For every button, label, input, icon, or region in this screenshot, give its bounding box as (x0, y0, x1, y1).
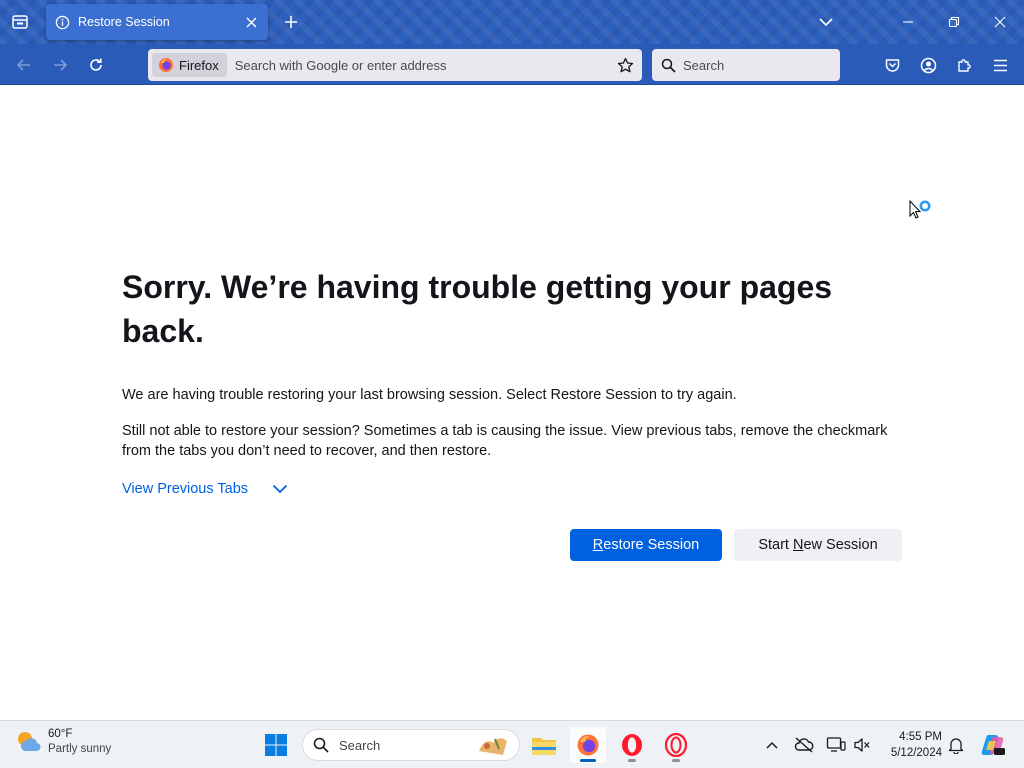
back-button[interactable] (9, 50, 39, 80)
url-bar[interactable]: Firefox (148, 49, 642, 81)
minimize-icon (903, 21, 913, 23)
arrow-right-icon (54, 59, 68, 71)
firefox-logo-icon (159, 58, 173, 72)
running-indicator (580, 759, 596, 762)
pocket-icon (885, 58, 899, 72)
new-tab-button[interactable] (278, 8, 304, 36)
monitor-network-icon (826, 737, 846, 752)
search-icon (313, 737, 329, 753)
folder-icon (532, 738, 556, 755)
running-indicator (628, 759, 636, 762)
bookmark-star-button[interactable] (614, 54, 636, 76)
clock-date: 5/12/2024 (890, 747, 942, 759)
page-content: Sorry. We’re having trouble getting your… (0, 85, 1024, 720)
chevron-down-icon (819, 18, 833, 27)
start-new-session-label-start: Start (758, 537, 793, 553)
search-input[interactable] (683, 57, 833, 73)
page-title: Sorry. We’re having trouble getting your… (122, 269, 833, 349)
copilot-button[interactable] (978, 733, 1008, 757)
firefox-view-icon (12, 15, 28, 29)
running-indicator (672, 759, 680, 762)
tab-close-button[interactable] (242, 13, 260, 31)
chevron-down-icon (272, 484, 288, 494)
start-new-session-label-end: ew Session (803, 537, 878, 553)
chevron-up-icon (766, 741, 778, 749)
view-previous-tabs-label: View Previous Tabs (122, 481, 249, 497)
address-input[interactable] (234, 57, 605, 73)
restore-explanation: We are having trouble restoring your las… (122, 387, 737, 403)
account-icon (920, 57, 936, 73)
tab-title: Restore Session (78, 15, 170, 29)
opera-gx-logo-icon (664, 733, 688, 757)
partly-sunny-icon (18, 732, 41, 752)
opera-taskbar-button[interactable] (614, 727, 650, 763)
start-button[interactable] (262, 731, 290, 759)
opera-gx-taskbar-button[interactable] (658, 727, 694, 763)
busy-cursor-icon (909, 199, 931, 219)
search-bar[interactable] (652, 49, 840, 81)
restore-session-access-key: R (592, 537, 604, 553)
minimize-button[interactable] (886, 6, 930, 38)
weather-description: Partly sunny (48, 743, 112, 755)
reload-icon (90, 58, 102, 71)
taskbar-search[interactable]: Search (302, 729, 520, 761)
star-icon (617, 57, 633, 72)
restore-session-button[interactable]: Restore Session (570, 529, 722, 561)
puzzle-icon (957, 58, 971, 72)
restore-window-button[interactable] (932, 6, 976, 38)
start-new-session-access-key: N (793, 537, 804, 553)
show-hidden-icons-button[interactable] (760, 733, 784, 757)
identity-box[interactable]: Firefox (152, 53, 227, 77)
close-icon (994, 16, 1006, 28)
firefox-logo-icon (577, 734, 599, 756)
opera-logo-icon (622, 734, 642, 756)
notifications-button[interactable] (944, 733, 968, 757)
file-explorer-taskbar-button[interactable] (526, 727, 562, 763)
search-icon (661, 58, 676, 73)
firefox-taskbar-button[interactable] (570, 727, 606, 763)
troubleshoot-explanation: Still not able to restore your session? … (122, 423, 888, 459)
info-icon (55, 15, 70, 29)
list-all-tabs-button[interactable] (814, 10, 838, 34)
firefox-view-button[interactable] (6, 8, 34, 36)
reload-button[interactable] (81, 50, 111, 80)
restore-window-icon (948, 16, 960, 28)
arrow-left-icon (16, 59, 30, 71)
search-highlight-icon (479, 738, 507, 755)
account-button[interactable] (913, 50, 943, 80)
network-tray-button[interactable] (824, 733, 848, 757)
forward-button[interactable] (45, 50, 75, 80)
view-previous-tabs-toggle[interactable]: View Previous Tabs (122, 481, 288, 497)
weather-temperature: 60°F (48, 728, 73, 740)
onedrive-tray-button[interactable] (792, 733, 816, 757)
volume-tray-button[interactable] (850, 733, 874, 757)
windows-logo-icon (265, 734, 287, 756)
taskbar-search-label: Search (339, 737, 381, 753)
hamburger-menu-icon (993, 59, 1007, 71)
navigation-toolbar: Firefox (0, 44, 1024, 85)
clock-time: 4:55 PM (899, 731, 942, 743)
copilot-icon (981, 735, 1005, 755)
cloud-off-icon (794, 737, 814, 753)
weather-widget[interactable]: 60°F Partly sunny (14, 727, 111, 757)
bell-icon (948, 738, 964, 754)
close-window-button[interactable] (978, 6, 1022, 38)
speaker-muted-icon (854, 738, 870, 752)
start-new-session-button[interactable]: Start New Session (734, 529, 902, 561)
extensions-button[interactable] (949, 50, 979, 80)
tab-strip: Restore Session (0, 0, 1024, 44)
app-menu-button[interactable] (985, 50, 1015, 80)
pocket-button[interactable] (877, 50, 907, 80)
close-icon (246, 17, 256, 27)
taskbar: 60°F Partly sunny Search 4:55 PM 5/12/20… (0, 720, 1024, 768)
taskbar-clock[interactable]: 4:55 PM 5/12/2024 (878, 729, 942, 761)
plus-icon (285, 16, 297, 28)
identity-label: Firefox (179, 57, 219, 73)
restore-session-label: estore Session (603, 537, 700, 553)
tab-restore-session[interactable]: Restore Session (46, 4, 268, 40)
